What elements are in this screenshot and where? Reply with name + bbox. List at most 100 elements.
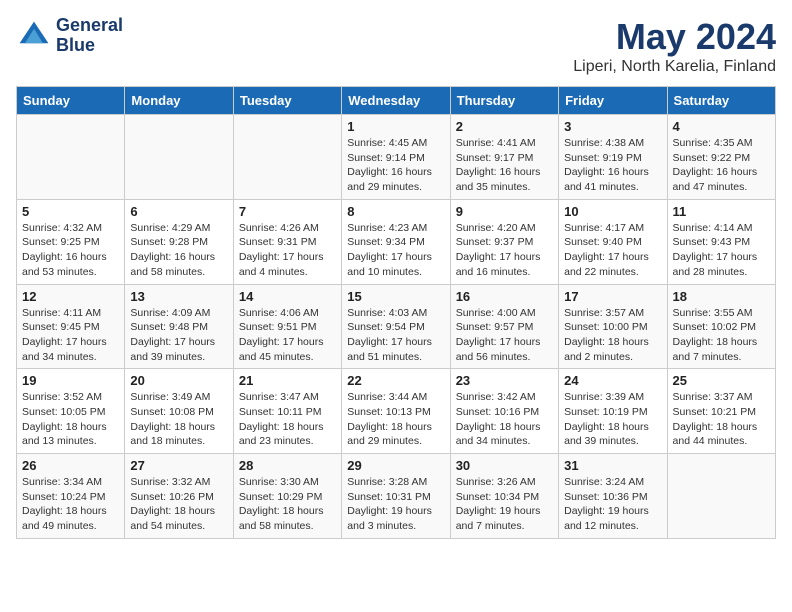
day-number: 18 (673, 289, 770, 304)
calendar-table: SundayMondayTuesdayWednesdayThursdayFrid… (16, 86, 776, 539)
calendar-week-3: 12 Sunrise: 4:11 AM Sunset: 9:45 PM Dayli… (17, 284, 776, 369)
day-info: Sunrise: 4:11 AM Sunset: 9:45 PM Dayligh… (22, 306, 119, 365)
day-info: Sunrise: 4:26 AM Sunset: 9:31 PM Dayligh… (239, 221, 336, 280)
calendar-cell: 27 Sunrise: 3:32 AM Sunset: 10:26 PM Dayl… (125, 454, 233, 539)
day-info: Sunrise: 4:06 AM Sunset: 9:51 PM Dayligh… (239, 306, 336, 365)
day-number: 5 (22, 204, 119, 219)
day-number: 13 (130, 289, 227, 304)
calendar-cell: 19 Sunrise: 3:52 AM Sunset: 10:05 PM Dayl… (17, 369, 125, 454)
day-info: Sunrise: 4:32 AM Sunset: 9:25 PM Dayligh… (22, 221, 119, 280)
day-number: 6 (130, 204, 227, 219)
weekday-header-sunday: Sunday (17, 87, 125, 115)
calendar-cell: 2 Sunrise: 4:41 AM Sunset: 9:17 PM Daylig… (450, 115, 558, 200)
weekday-header-friday: Friday (559, 87, 667, 115)
day-info: Sunrise: 3:55 AM Sunset: 10:02 PM Daylig… (673, 306, 770, 365)
day-info: Sunrise: 4:45 AM Sunset: 9:14 PM Dayligh… (347, 136, 444, 195)
day-number: 21 (239, 373, 336, 388)
logo-text: General Blue (56, 16, 123, 56)
day-info: Sunrise: 4:09 AM Sunset: 9:48 PM Dayligh… (130, 306, 227, 365)
day-info: Sunrise: 4:17 AM Sunset: 9:40 PM Dayligh… (564, 221, 661, 280)
calendar-cell (233, 115, 341, 200)
calendar-cell: 4 Sunrise: 4:35 AM Sunset: 9:22 PM Daylig… (667, 115, 775, 200)
location-title: Liperi, North Karelia, Finland (573, 58, 776, 76)
calendar-cell (17, 115, 125, 200)
day-number: 14 (239, 289, 336, 304)
calendar-cell: 21 Sunrise: 3:47 AM Sunset: 10:11 PM Dayl… (233, 369, 341, 454)
day-info: Sunrise: 4:23 AM Sunset: 9:34 PM Dayligh… (347, 221, 444, 280)
day-info: Sunrise: 3:37 AM Sunset: 10:21 PM Daylig… (673, 390, 770, 449)
calendar-cell: 6 Sunrise: 4:29 AM Sunset: 9:28 PM Daylig… (125, 199, 233, 284)
day-number: 15 (347, 289, 444, 304)
calendar-cell: 16Sunrise: 4:00 AM Sunset: 9:57 PM Dayli… (450, 284, 558, 369)
calendar-cell: 10 Sunrise: 4:17 AM Sunset: 9:40 PM Dayli… (559, 199, 667, 284)
calendar-week-4: 19 Sunrise: 3:52 AM Sunset: 10:05 PM Dayl… (17, 369, 776, 454)
calendar-cell: 11Sunrise: 4:14 AM Sunset: 9:43 PM Dayli… (667, 199, 775, 284)
calendar-cell: 9 Sunrise: 4:20 AM Sunset: 9:37 PM Daylig… (450, 199, 558, 284)
calendar-cell: 26 Sunrise: 3:34 AM Sunset: 10:24 PM Dayl… (17, 454, 125, 539)
day-number: 4 (673, 119, 770, 134)
day-info: Sunrise: 4:20 AM Sunset: 9:37 PM Dayligh… (456, 221, 553, 280)
day-number: 31 (564, 458, 661, 473)
day-info: Sunrise: 3:52 AM Sunset: 10:05 PM Daylig… (22, 390, 119, 449)
calendar-cell: 7 Sunrise: 4:26 AM Sunset: 9:31 PM Daylig… (233, 199, 341, 284)
calendar-week-1: 1 Sunrise: 4:45 AM Sunset: 9:14 PM Daylig… (17, 115, 776, 200)
day-number: 2 (456, 119, 553, 134)
calendar-cell (667, 454, 775, 539)
day-number: 26 (22, 458, 119, 473)
calendar-cell: 22Sunrise: 3:44 AM Sunset: 10:13 PM Dayl… (342, 369, 450, 454)
calendar-cell (125, 115, 233, 200)
day-number: 23 (456, 373, 553, 388)
logo: General Blue (16, 16, 123, 56)
calendar-cell: 18 Sunrise: 3:55 AM Sunset: 10:02 PM Dayl… (667, 284, 775, 369)
day-number: 19 (22, 373, 119, 388)
day-number: 28 (239, 458, 336, 473)
day-info: Sunrise: 3:47 AM Sunset: 10:11 PM Daylig… (239, 390, 336, 449)
day-number: 10 (564, 204, 661, 219)
day-number: 12 (22, 289, 119, 304)
day-info: Sunrise: 3:57 AM Sunset: 10:00 PM Daylig… (564, 306, 661, 365)
calendar-cell: 23Sunrise: 3:42 AM Sunset: 10:16 PM Dayl… (450, 369, 558, 454)
day-number: 22 (347, 373, 444, 388)
day-info: Sunrise: 4:38 AM Sunset: 9:19 PM Dayligh… (564, 136, 661, 195)
calendar-cell: 12 Sunrise: 4:11 AM Sunset: 9:45 PM Dayli… (17, 284, 125, 369)
day-info: Sunrise: 3:32 AM Sunset: 10:26 PM Daylig… (130, 475, 227, 534)
calendar-cell: 1 Sunrise: 4:45 AM Sunset: 9:14 PM Daylig… (342, 115, 450, 200)
calendar-week-5: 26 Sunrise: 3:34 AM Sunset: 10:24 PM Dayl… (17, 454, 776, 539)
day-number: 16 (456, 289, 553, 304)
day-info: Sunrise: 4:41 AM Sunset: 9:17 PM Dayligh… (456, 136, 553, 195)
day-number: 8 (347, 204, 444, 219)
day-number: 30 (456, 458, 553, 473)
calendar-cell: 30Sunrise: 3:26 AM Sunset: 10:34 PM Dayl… (450, 454, 558, 539)
day-number: 1 (347, 119, 444, 134)
day-number: 25 (673, 373, 770, 388)
day-number: 17 (564, 289, 661, 304)
calendar-week-2: 5 Sunrise: 4:32 AM Sunset: 9:25 PM Daylig… (17, 199, 776, 284)
day-info: Sunrise: 3:30 AM Sunset: 10:29 PM Daylig… (239, 475, 336, 534)
weekday-header-wednesday: Wednesday (342, 87, 450, 115)
page-header: General Blue May 2024 Liperi, North Kare… (16, 16, 776, 76)
day-info: Sunrise: 3:49 AM Sunset: 10:08 PM Daylig… (130, 390, 227, 449)
month-title: May 2024 (573, 16, 776, 58)
day-number: 9 (456, 204, 553, 219)
day-number: 29 (347, 458, 444, 473)
day-number: 27 (130, 458, 227, 473)
calendar-cell: 17 Sunrise: 3:57 AM Sunset: 10:00 PM Dayl… (559, 284, 667, 369)
day-number: 7 (239, 204, 336, 219)
calendar-cell: 25 Sunrise: 3:37 AM Sunset: 10:21 PM Dayl… (667, 369, 775, 454)
day-info: Sunrise: 3:28 AM Sunset: 10:31 PM Daylig… (347, 475, 444, 534)
weekday-header-thursday: Thursday (450, 87, 558, 115)
calendar-cell: 31Sunrise: 3:24 AM Sunset: 10:36 PM Dayl… (559, 454, 667, 539)
day-number: 11 (673, 204, 770, 219)
day-info: Sunrise: 4:29 AM Sunset: 9:28 PM Dayligh… (130, 221, 227, 280)
calendar-cell: 20Sunrise: 3:49 AM Sunset: 10:08 PM Dayl… (125, 369, 233, 454)
logo-icon (16, 18, 52, 54)
day-number: 24 (564, 373, 661, 388)
title-block: May 2024 Liperi, North Karelia, Finland (573, 16, 776, 76)
day-info: Sunrise: 3:34 AM Sunset: 10:24 PM Daylig… (22, 475, 119, 534)
day-number: 3 (564, 119, 661, 134)
day-info: Sunrise: 4:35 AM Sunset: 9:22 PM Dayligh… (673, 136, 770, 195)
calendar-cell: 3 Sunrise: 4:38 AM Sunset: 9:19 PM Daylig… (559, 115, 667, 200)
weekday-header-saturday: Saturday (667, 87, 775, 115)
weekday-header-tuesday: Tuesday (233, 87, 341, 115)
calendar-cell: 28 Sunrise: 3:30 AM Sunset: 10:29 PM Dayl… (233, 454, 341, 539)
